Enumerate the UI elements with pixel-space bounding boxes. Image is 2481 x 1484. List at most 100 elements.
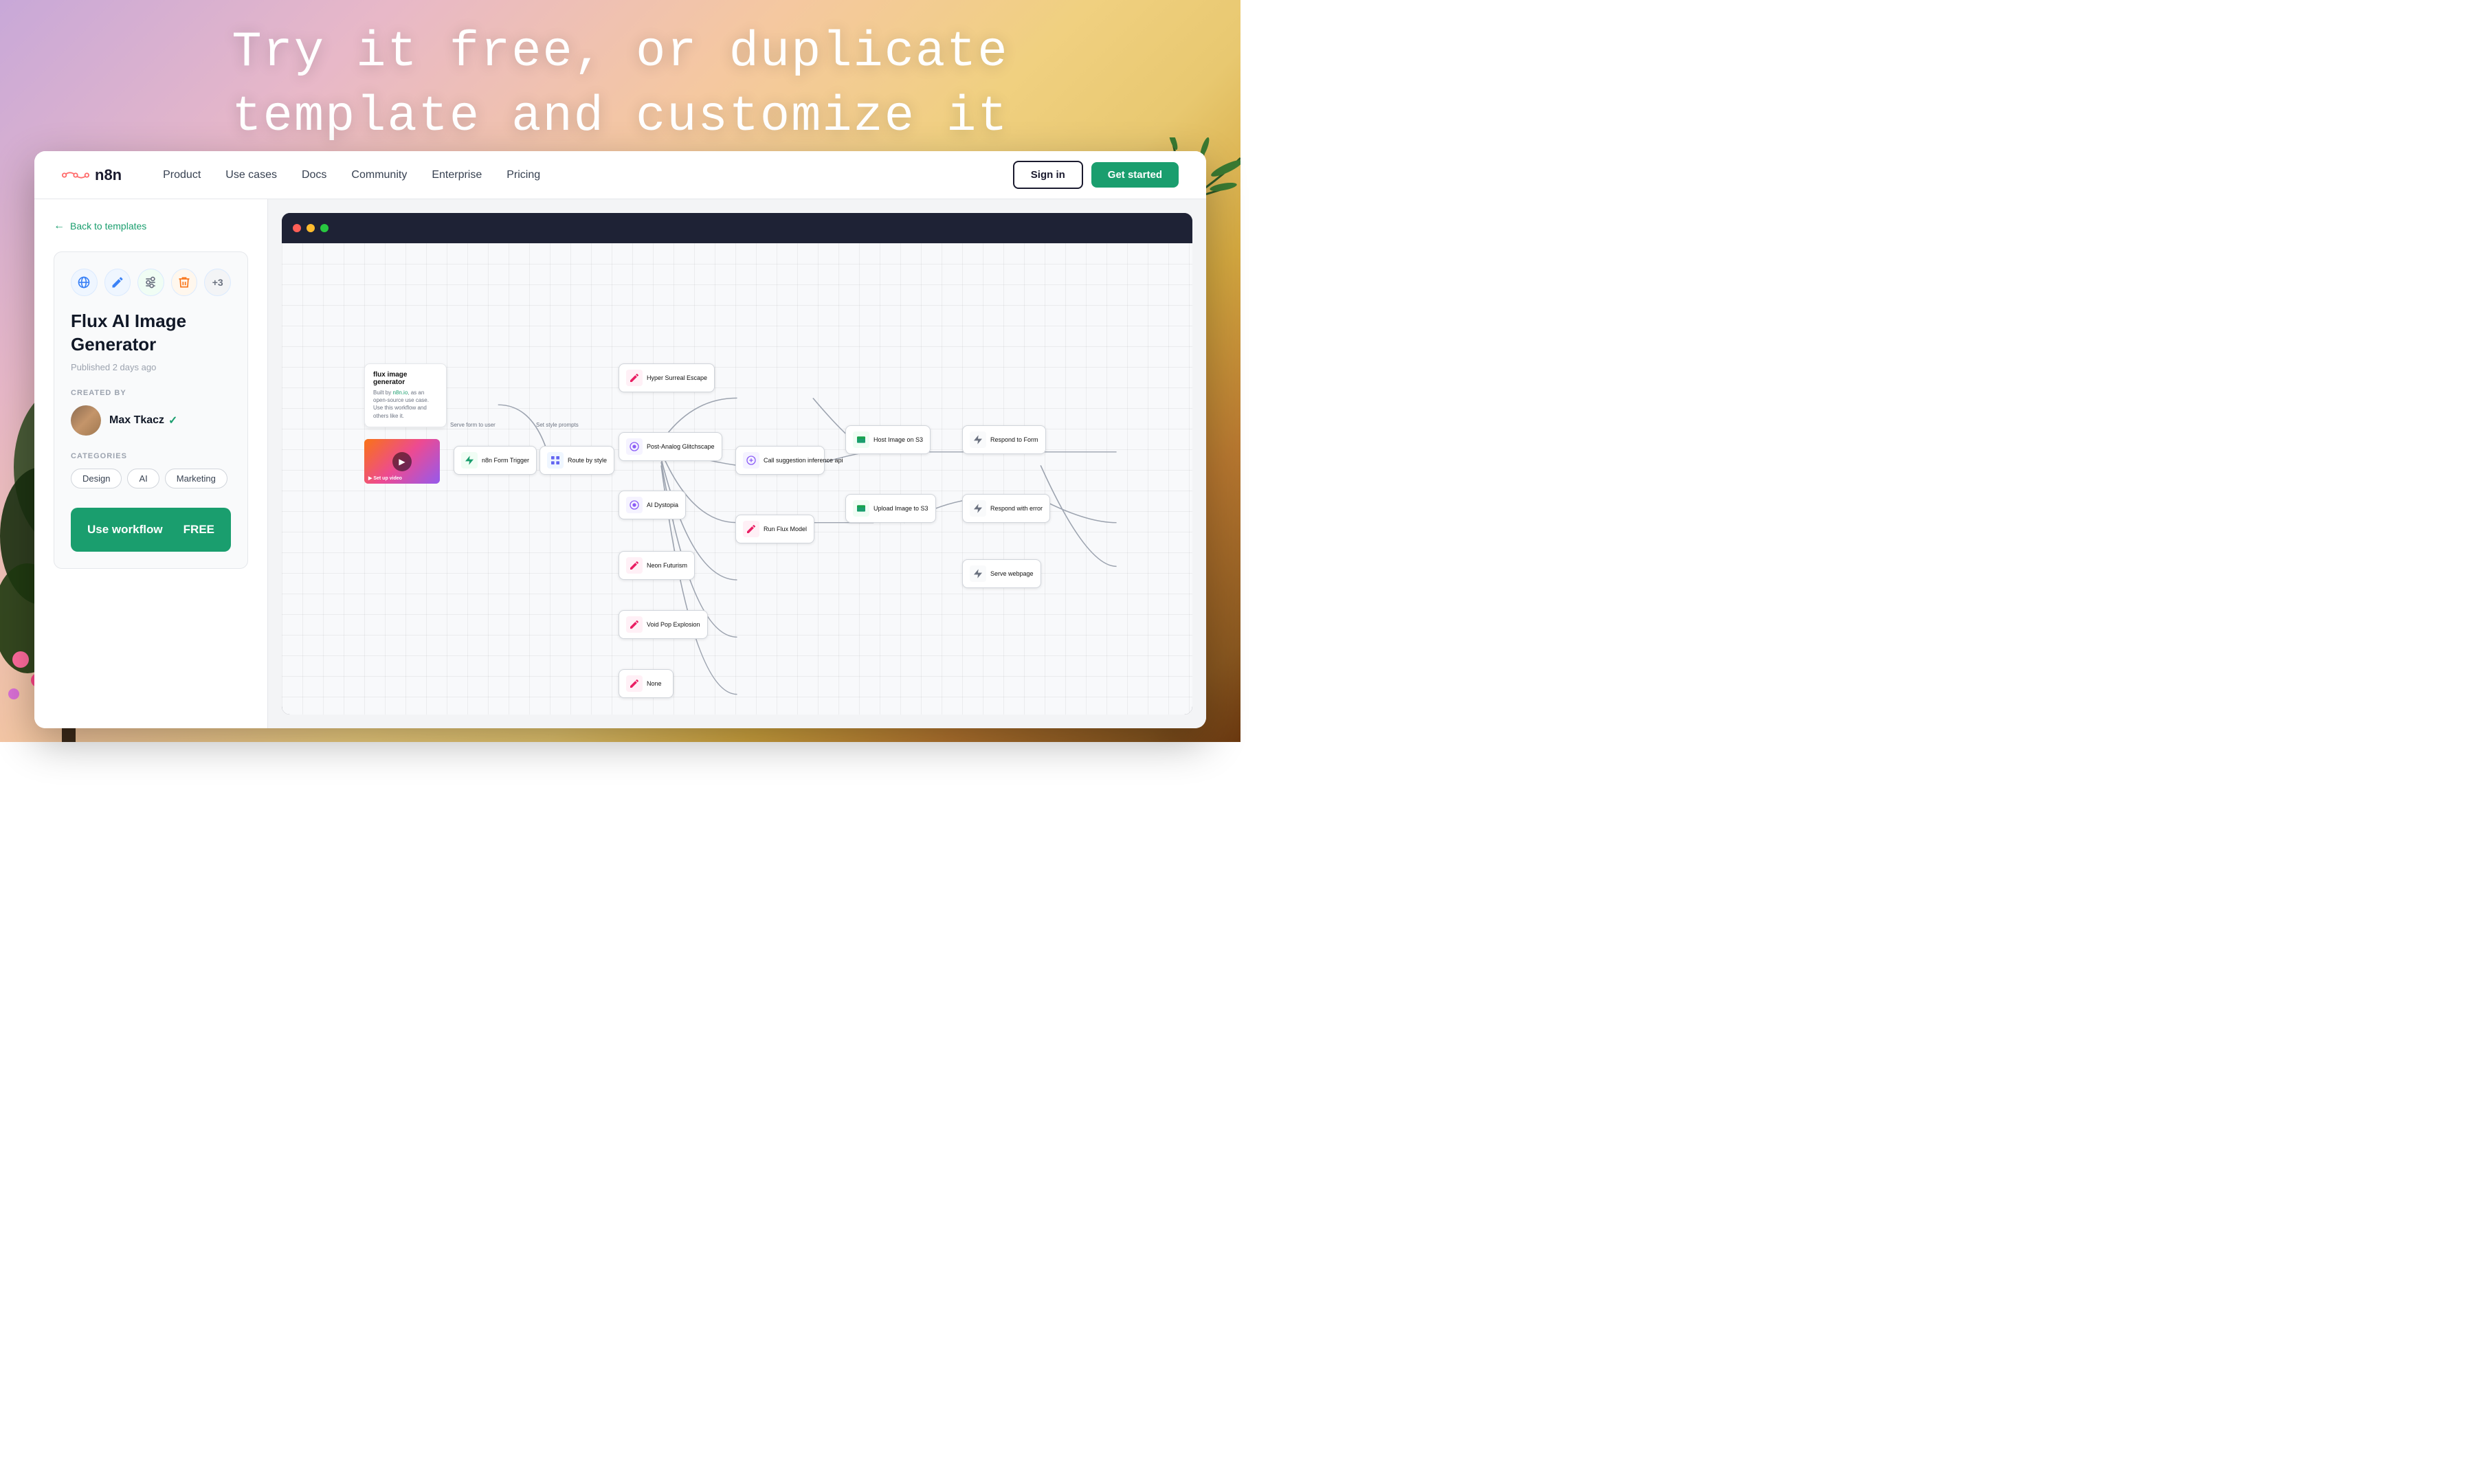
browser-toolbar	[282, 213, 1192, 243]
none-label: None	[647, 680, 662, 687]
back-to-templates-link[interactable]: ← Back to templates	[54, 220, 248, 232]
nav-docs[interactable]: Docs	[302, 169, 326, 181]
icon-more: +3	[204, 269, 231, 296]
workflow-card: +3 Flux AI Image Generator Published 2 d…	[54, 251, 248, 569]
use-workflow-button[interactable]: Use workflow FREE	[71, 508, 231, 552]
serve-webpage-node[interactable]: Serve webpage	[962, 559, 1041, 588]
neon-icon	[629, 560, 640, 571]
form-trigger-node[interactable]: n8n Form Trigger	[454, 446, 537, 475]
respond-error-node[interactable]: Respond with error	[962, 494, 1050, 523]
icon-tune	[137, 269, 164, 296]
serve-webpage-label: Serve webpage	[990, 570, 1034, 577]
trash-icon	[177, 276, 191, 289]
back-label: Back to templates	[70, 221, 146, 232]
pencil-icon	[111, 276, 124, 289]
sidebar: ← Back to templates	[34, 199, 268, 728]
upload-s3-label: Upload Image to S3	[874, 505, 928, 512]
hyper-surreal-node[interactable]: Hyper Surreal Escape	[619, 363, 715, 392]
logo-text: n8n	[95, 166, 122, 184]
play-button-icon[interactable]: ▶	[392, 452, 412, 471]
navbar: n8n Product Use cases Docs Community Ent…	[34, 151, 1206, 199]
call-suggestion-label: Call suggestion inference api	[764, 457, 843, 464]
analog-label: Post-Analog Glitchscape	[647, 443, 715, 450]
hyper-label: Hyper Surreal Escape	[647, 374, 707, 381]
style-prompts-label: Set style prompts	[536, 422, 591, 428]
categories-row: Design AI Marketing	[71, 469, 231, 488]
tune-icon	[144, 276, 157, 289]
nav-product[interactable]: Product	[163, 169, 201, 181]
respond-form-icon	[972, 434, 983, 445]
nav-enterprise[interactable]: Enterprise	[432, 169, 482, 181]
run-flux-node[interactable]: Run Flux Model	[735, 515, 814, 543]
creator-avatar	[71, 405, 101, 436]
host-s3-node[interactable]: Host Image on S3	[845, 425, 931, 454]
respond-error-label: Respond with error	[990, 505, 1043, 512]
back-arrow-icon: ←	[54, 220, 65, 232]
analog-glitch-node[interactable]: Post-Analog Glitchscape	[619, 432, 722, 461]
nav-pricing[interactable]: Pricing	[507, 169, 540, 181]
category-design[interactable]: Design	[71, 469, 122, 488]
upload-s3-node[interactable]: Upload Image to S3	[845, 494, 936, 523]
hero-section: Try it free, or duplicate template and c…	[0, 21, 1240, 149]
hyper-icon	[629, 372, 640, 383]
categories-label: CATEGORIES	[71, 452, 231, 460]
route-label: Route by style	[568, 457, 607, 464]
void-pop-label: Void Pop Explosion	[647, 621, 700, 628]
signin-button[interactable]: Sign in	[1013, 161, 1083, 189]
none-icon	[629, 678, 640, 689]
route-icon	[550, 455, 561, 466]
neon-label: Neon Futurism	[647, 562, 687, 569]
icon-pencil	[104, 269, 131, 296]
category-marketing[interactable]: Marketing	[165, 469, 227, 488]
call-icon	[746, 455, 757, 466]
none-node[interactable]: None	[619, 669, 674, 698]
free-badge: FREE	[183, 523, 214, 537]
icon-trash	[171, 269, 198, 296]
nav-use-cases[interactable]: Use cases	[225, 169, 277, 181]
workflow-canvas[interactable]: flux image generator Built by n8n.io, as…	[282, 243, 1192, 715]
workflow-info-card: flux image generator Built by n8n.io, as…	[364, 363, 447, 427]
window-maximize-dot	[320, 224, 329, 232]
creator-name: Max Tkacz ✓	[109, 414, 177, 427]
preview-area: flux image generator Built by n8n.io, as…	[268, 199, 1206, 728]
logo[interactable]: n8n	[62, 166, 122, 184]
void-pop-icon	[629, 619, 640, 630]
workflow-thumbnail[interactable]: ▶ ▶ Set up video	[364, 439, 440, 484]
category-ai[interactable]: AI	[127, 469, 159, 488]
icon-globe	[71, 269, 98, 296]
nav-links: Product Use cases Docs Community Enterpr…	[163, 169, 1013, 181]
form-trigger-label: n8n Form Trigger	[482, 457, 529, 464]
neon-futurism-node[interactable]: Neon Futurism	[619, 551, 695, 580]
run-flux-label: Run Flux Model	[764, 526, 807, 532]
form-trigger-icon	[464, 455, 475, 466]
host-s3-icon	[856, 434, 867, 445]
window-minimize-dot	[307, 224, 315, 232]
respond-form-label: Respond to Form	[990, 436, 1038, 443]
serve-webpage-icon	[972, 568, 983, 579]
call-suggestion-node[interactable]: Call suggestion inference api	[735, 446, 825, 475]
info-card-text: Built by n8n.io, as an open-source use c…	[373, 389, 438, 420]
respond-form-node[interactable]: Respond to Form	[962, 425, 1046, 454]
ai-dystopia-node[interactable]: AI Dystopia	[619, 491, 686, 519]
creator-row: Max Tkacz ✓	[71, 405, 231, 436]
route-node[interactable]: Route by style	[539, 446, 614, 475]
workflow-title: Flux AI Image Generator	[71, 310, 231, 357]
ai-dystopia-icon	[629, 499, 640, 510]
browser-window: flux image generator Built by n8n.io, as…	[282, 213, 1192, 715]
nav-actions: Sign in Get started	[1013, 161, 1179, 189]
created-by-label: CREATED BY	[71, 389, 231, 397]
void-pop-node[interactable]: Void Pop Explosion	[619, 610, 708, 639]
n8n-logo-icon	[62, 167, 89, 183]
get-started-button[interactable]: Get started	[1091, 162, 1179, 188]
host-s3-label: Host Image on S3	[874, 436, 923, 443]
content-area: ← Back to templates	[34, 199, 1206, 728]
main-card: n8n Product Use cases Docs Community Ent…	[34, 151, 1206, 728]
nav-community[interactable]: Community	[351, 169, 407, 181]
globe-icon	[77, 276, 91, 289]
upload-s3-icon	[856, 503, 867, 514]
respond-error-icon	[972, 503, 983, 514]
workflow-published: Published 2 days ago	[71, 362, 231, 372]
serve-form-label: Serve form to user	[450, 422, 505, 428]
analog-icon	[629, 441, 640, 452]
workflow-icons-row: +3	[71, 269, 231, 296]
